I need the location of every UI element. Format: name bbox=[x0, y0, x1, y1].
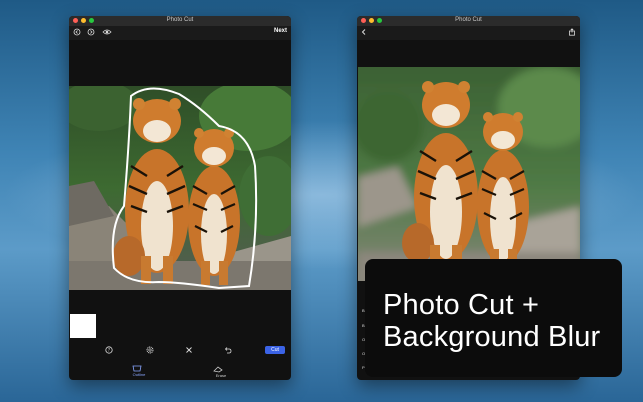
next-button[interactable]: Next bbox=[274, 28, 287, 34]
right-photo-canvas[interactable] bbox=[358, 67, 580, 281]
forward-circle-icon[interactable] bbox=[87, 28, 95, 36]
caption-line-2: Background Blur bbox=[383, 321, 601, 353]
cut-button[interactable]: Cut bbox=[265, 346, 285, 354]
eraser-icon bbox=[213, 366, 223, 373]
help-icon[interactable]: ? bbox=[105, 346, 113, 354]
tab-outline[interactable]: Outline bbox=[127, 365, 147, 377]
settings-icon[interactable] bbox=[146, 346, 154, 354]
caption-line-1: Photo Cut + bbox=[383, 289, 540, 321]
tab-erase-label: Erase bbox=[215, 373, 227, 378]
back-circle-icon[interactable] bbox=[73, 28, 81, 36]
left-titlebar: Photo Cut bbox=[69, 16, 291, 26]
left-app-window: Photo Cut Next ? Cut Outline Erase bbox=[69, 16, 291, 380]
outline-icon bbox=[132, 365, 142, 372]
tiger-photo bbox=[69, 86, 291, 290]
undo-icon[interactable] bbox=[224, 346, 232, 354]
right-window-title: Photo Cut bbox=[455, 17, 482, 23]
right-toolbar bbox=[357, 26, 580, 40]
close-icon[interactable] bbox=[185, 346, 193, 354]
back-chevron-icon[interactable] bbox=[360, 28, 368, 36]
feature-caption-box: Photo Cut + Background Blur bbox=[365, 259, 622, 377]
left-window-title: Photo Cut bbox=[166, 17, 194, 23]
left-photo-canvas[interactable] bbox=[69, 86, 291, 290]
left-bottom-toolbar: ? Cut bbox=[69, 343, 291, 357]
blurred-background-photo bbox=[358, 67, 580, 281]
tab-outline-label: Outline bbox=[132, 372, 146, 377]
share-icon[interactable] bbox=[568, 28, 576, 36]
right-titlebar: Photo Cut bbox=[357, 16, 580, 26]
tab-erase[interactable]: Erase bbox=[209, 366, 231, 378]
preview-thumbnail[interactable] bbox=[70, 314, 96, 338]
left-toolbar: Next bbox=[69, 26, 291, 40]
eye-icon[interactable] bbox=[102, 28, 112, 36]
